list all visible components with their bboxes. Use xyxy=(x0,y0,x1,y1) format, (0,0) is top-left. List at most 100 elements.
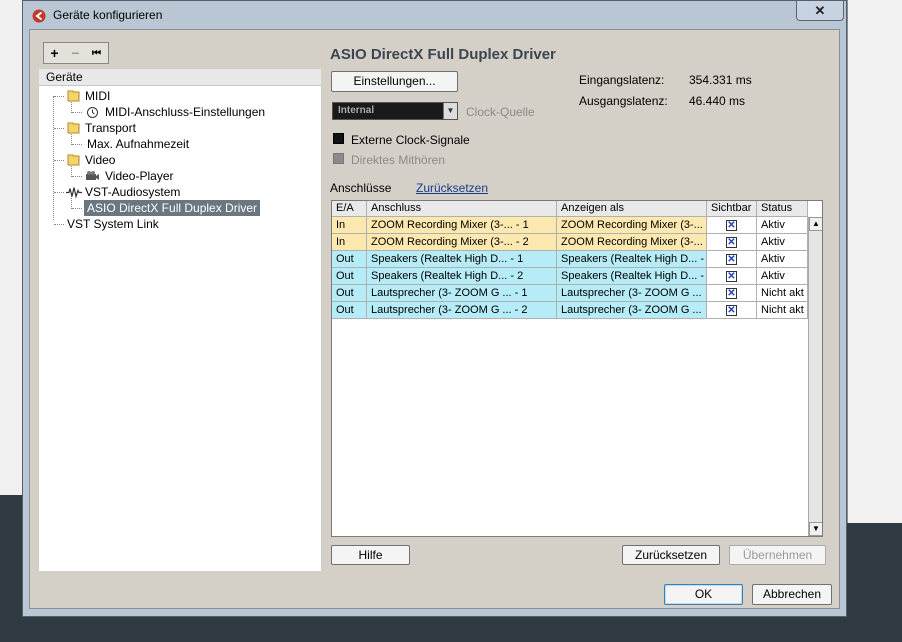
scroll-down-icon[interactable]: ▼ xyxy=(809,522,822,536)
external-clock-label: Externe Clock-Signale xyxy=(351,133,470,147)
cell-visible[interactable]: ✕ xyxy=(707,268,757,285)
cell-display-as[interactable]: Lautsprecher (3- ZOOM G ... xyxy=(557,302,707,319)
driver-settings-panel: ASIO DirectX Full Duplex Driver Einstell… xyxy=(330,39,830,571)
input-latency-label: Eingangslatenz: xyxy=(579,73,665,87)
column-header-status[interactable]: Status xyxy=(757,201,808,217)
column-header-io[interactable]: E/A xyxy=(332,201,367,217)
tree-item-label: VST-Audiosystem xyxy=(85,185,181,199)
direct-monitoring-checkbox[interactable] xyxy=(333,153,344,164)
tree-item-vst-audiosystem[interactable]: VST-Audiosystem xyxy=(54,184,314,200)
cell-visible[interactable]: ✕ xyxy=(707,251,757,268)
tree-item-midi-port-settings[interactable]: MIDI-Anschluss-Einstellungen xyxy=(72,104,312,120)
dialog-client-area: + − ⏮ Geräte MIDI MIDI-Anschluss-Einstel… xyxy=(29,29,840,609)
visible-checkbox[interactable]: ✕ xyxy=(726,271,737,282)
background-window-left xyxy=(0,0,23,495)
cell-display-as[interactable]: ZOOM Recording Mixer (3-... xyxy=(557,234,707,251)
chevron-down-icon: ▼ xyxy=(443,103,457,119)
cell-port: Lautsprecher (3- ZOOM G ... - 2 xyxy=(367,302,557,319)
tree-connector xyxy=(54,192,64,193)
cell-status: Aktiv xyxy=(757,234,808,251)
close-button[interactable]: ✕ xyxy=(796,1,844,21)
visible-checkbox[interactable]: ✕ xyxy=(726,254,737,265)
window-title: Geräte konfigurieren xyxy=(53,8,163,22)
device-toolbar: + − ⏮ xyxy=(43,42,109,64)
cell-visible[interactable]: ✕ xyxy=(707,234,757,251)
tree-item-label: ASIO DirectX Full Duplex Driver xyxy=(84,200,261,216)
clock-source-value: Internal xyxy=(338,105,375,116)
skip-back-icon: ⏮ xyxy=(92,47,101,59)
ports-table: E/A Anschluss Anzeigen als Sichtbar Stat… xyxy=(331,200,823,537)
tree-connector xyxy=(54,224,64,225)
scroll-up-icon[interactable]: ▲ xyxy=(809,217,822,231)
cell-visible[interactable]: ✕ xyxy=(707,217,757,234)
cell-port: Lautsprecher (3- ZOOM G ... - 1 xyxy=(367,285,557,302)
remove-device-button[interactable]: − xyxy=(65,43,86,63)
tree-item-label: Video xyxy=(85,153,116,167)
device-tree: MIDI MIDI-Anschluss-Einstellungen Transp… xyxy=(39,86,321,571)
audio-waveform-icon xyxy=(66,187,82,199)
visible-checkbox[interactable]: ✕ xyxy=(726,237,737,248)
tree-connector xyxy=(72,208,82,209)
cell-status: Aktiv xyxy=(757,217,808,234)
visible-checkbox[interactable]: ✕ xyxy=(726,288,737,299)
reset-button[interactable]: Zurücksetzen xyxy=(622,545,720,565)
cell-status: Aktiv xyxy=(757,251,808,268)
tree-item-label: MIDI xyxy=(85,89,111,103)
help-button[interactable]: Hilfe xyxy=(331,545,410,565)
tree-item-label: Video-Player xyxy=(105,169,174,183)
cell-display-as[interactable]: ZOOM Recording Mixer (3-... xyxy=(557,217,707,234)
cell-port: Speakers (Realtek High D... - 1 xyxy=(367,251,557,268)
tree-item-label: VST System Link xyxy=(67,217,159,231)
add-device-button[interactable]: + xyxy=(44,43,65,63)
ok-button[interactable]: OK xyxy=(664,584,743,605)
visible-checkbox[interactable]: ✕ xyxy=(726,220,737,231)
tree-item-video[interactable]: Video xyxy=(54,152,314,168)
device-setup-window: Geräte konfigurieren ✕ + − ⏮ Geräte MIDI xyxy=(22,0,847,617)
column-header-visible[interactable]: Sichtbar xyxy=(707,201,757,217)
cell-display-as[interactable]: Lautsprecher (3- ZOOM G ... xyxy=(557,285,707,302)
cell-visible[interactable]: ✕ xyxy=(707,285,757,302)
driver-title: ASIO DirectX Full Duplex Driver xyxy=(330,46,556,63)
cell-io: In xyxy=(332,234,367,251)
external-clock-checkbox[interactable] xyxy=(333,133,344,144)
column-header-port[interactable]: Anschluss xyxy=(367,201,557,217)
ports-tab-label: Anschlüsse xyxy=(330,181,392,195)
tree-item-midi[interactable]: MIDI xyxy=(54,88,314,104)
device-list-header-label: Geräte xyxy=(46,70,83,84)
output-latency-label: Ausgangslatenz: xyxy=(579,94,668,108)
cell-io: Out xyxy=(332,251,367,268)
clock-source-label: Clock-Quelle xyxy=(466,105,535,119)
apply-button[interactable]: Übernehmen xyxy=(729,545,826,565)
tree-connector xyxy=(54,96,64,97)
cell-io: Out xyxy=(332,268,367,285)
tree-item-asio-driver[interactable]: ASIO DirectX Full Duplex Driver xyxy=(72,200,312,216)
video-icon xyxy=(86,171,99,180)
visible-checkbox[interactable]: ✕ xyxy=(726,305,737,316)
tree-item-video-player[interactable]: Video-Player xyxy=(72,168,312,184)
reset-device-button[interactable]: ⏮ xyxy=(86,43,107,63)
title-bar[interactable]: Geräte konfigurieren ✕ xyxy=(23,1,846,29)
cell-visible[interactable]: ✕ xyxy=(707,302,757,319)
clock-source-select[interactable]: Internal ▼ xyxy=(332,102,458,120)
tree-item-transport[interactable]: Transport xyxy=(54,120,314,136)
cell-io: In xyxy=(332,217,367,234)
folder-icon xyxy=(67,90,80,102)
cell-status: Aktiv xyxy=(757,268,808,285)
table-scrollbar[interactable]: ▲ ▼ xyxy=(808,217,822,536)
device-list-header: Geräte xyxy=(39,69,321,86)
cell-display-as[interactable]: Speakers (Realtek High D... - xyxy=(557,268,707,285)
device-list-panel: + − ⏮ Geräte MIDI MIDI-Anschluss-Einstel… xyxy=(39,39,321,571)
cancel-button[interactable]: Abbrechen xyxy=(752,584,832,605)
cell-port: Speakers (Realtek High D... - 2 xyxy=(367,268,557,285)
clock-icon xyxy=(87,107,98,118)
ports-reset-link[interactable]: Zurücksetzen xyxy=(416,181,488,195)
cell-status: Nicht akt xyxy=(757,302,808,319)
column-header-display-as[interactable]: Anzeigen als xyxy=(557,201,707,217)
cell-display-as[interactable]: Speakers (Realtek High D... - xyxy=(557,251,707,268)
close-icon: ✕ xyxy=(814,2,826,18)
tree-connector xyxy=(72,176,82,177)
tree-item-vst-system-link[interactable]: VST System Link xyxy=(54,216,314,232)
tree-item-label: Transport xyxy=(85,121,136,135)
settings-button[interactable]: Einstellungen... xyxy=(331,71,458,92)
tree-item-max-recording-time[interactable]: Max. Aufnahmezeit xyxy=(72,136,312,152)
